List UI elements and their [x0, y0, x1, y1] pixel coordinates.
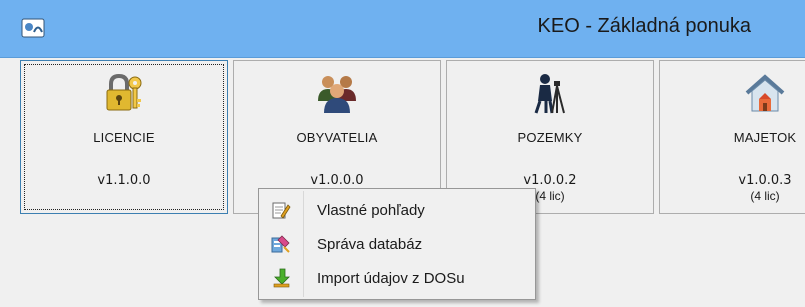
menu-item-sprava-databaz[interactable]: Správa databáz	[261, 227, 533, 261]
title-bar: KEO - Základná ponuka	[0, 0, 805, 58]
menu-item-vlastne-pohlady[interactable]: Vlastné pohľady	[261, 193, 533, 227]
tile-name: POZEMKY	[517, 130, 583, 145]
tile-version: v1.0.0.2	[523, 173, 577, 188]
main-window: KEO - Základná ponuka LICENCIE v1.1.0.0	[0, 0, 805, 307]
database-tools-icon	[271, 235, 290, 253]
menu-item-import-udajov[interactable]: Import údajov z DOSu	[261, 261, 533, 295]
menu-item-label: Správa databáz	[317, 236, 423, 253]
tile-version: v1.1.0.0	[97, 173, 151, 188]
tile-majetok[interactable]: MAJETOK v1.0.0.3 (4 lic)	[659, 60, 805, 214]
people-group-icon	[318, 76, 356, 113]
window-title: KEO - Základná ponuka	[537, 15, 751, 37]
tile-licenses: (4 lic)	[750, 189, 780, 203]
menu-item-label: Vlastné pohľady	[317, 202, 425, 219]
tile-name: OBYVATELIA	[296, 130, 378, 145]
padlock-key-icon	[106, 73, 142, 111]
tile-name: LICENCIE	[93, 130, 155, 145]
house-icon	[745, 74, 785, 112]
tile-name: MAJETOK	[733, 130, 797, 145]
surveyor-tripod-icon	[534, 74, 565, 114]
tile-version: v1.0.0.0	[310, 173, 364, 188]
import-arrow-icon	[273, 268, 290, 288]
menu-item-label: Import údajov z DOSu	[317, 270, 465, 287]
context-menu: Vlastné pohľady Správa databáz Import úd…	[258, 188, 536, 300]
edit-form-icon	[272, 202, 291, 219]
tile-licencie[interactable]: LICENCIE v1.1.0.0	[20, 60, 228, 214]
tile-version: v1.0.0.3	[738, 173, 792, 188]
